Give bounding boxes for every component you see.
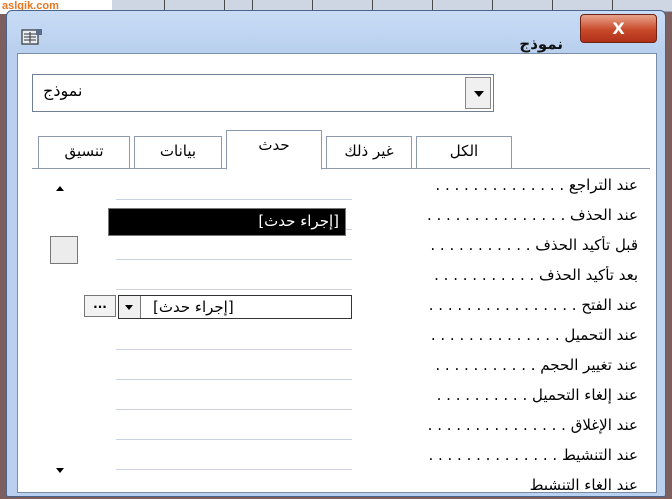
object-selector-value: نموذج	[43, 81, 83, 100]
property-row: قبل تأكيد الحذف . . . . . . . . . . .	[32, 232, 652, 262]
property-sheet-body: نموذج تنسيق بيانات حدث غير ذلك الكل عند …	[17, 53, 657, 493]
event-field-value: [إجراء حدث]	[153, 298, 234, 316]
chevron-down-icon[interactable]	[119, 296, 141, 318]
property-value[interactable]	[116, 474, 352, 490]
property-label: عند التحميل . . . . . . . . . . . . . .	[430, 326, 638, 344]
property-row: عند إلغاء التحميل . . . . . . . . . .	[32, 382, 652, 412]
window-title: نموذج	[519, 35, 563, 53]
tabs-divider	[32, 168, 650, 169]
tab-other[interactable]: غير ذلك	[326, 136, 412, 168]
property-row: عند التحميل . . . . . . . . . . . . . .	[32, 322, 652, 352]
property-label: عند تغيير الحجم . . . . . . . . . . .	[435, 356, 638, 374]
property-row-on-open: ... [إجراء حدث] عند الفتح . . . . . . . …	[32, 292, 652, 322]
property-sheet-window: نموذج X نموذج تنسيق بيانات حدث غير ذلك ا…	[6, 10, 666, 497]
property-row: عند التراجع . . . . . . . . . . . . . .	[32, 172, 652, 202]
tab-data[interactable]: بيانات	[134, 136, 222, 168]
tab-event[interactable]: حدث	[226, 130, 322, 170]
tab-all[interactable]: الكل	[416, 136, 512, 168]
property-value[interactable]	[116, 234, 352, 260]
property-value[interactable]	[116, 354, 352, 380]
tab-format[interactable]: تنسيق	[38, 136, 130, 168]
property-label: عند التنشيط . . . . . . . . . . . . . .	[428, 446, 638, 464]
property-value[interactable]	[116, 384, 352, 410]
chevron-down-icon[interactable]	[465, 77, 491, 109]
property-value[interactable]	[116, 174, 352, 200]
property-row: بعد تأكيد الحذف . . . . . . . . . . .	[32, 262, 652, 292]
object-selector-dropdown[interactable]: نموذج	[32, 74, 494, 112]
property-label: قبل تأكيد الحذف . . . . . . . . . . .	[430, 236, 638, 254]
property-label: عند الإغلاق . . . . . . . . . . . . . . …	[427, 416, 638, 434]
property-value[interactable]	[116, 324, 352, 350]
title-bar: نموذج X	[7, 11, 665, 53]
build-event-button[interactable]: ...	[84, 295, 116, 317]
event-field-combo[interactable]: [إجراء حدث]	[118, 295, 352, 319]
property-label: بعد تأكيد الحذف . . . . . . . . . . .	[434, 266, 638, 284]
property-row: عند الإغلاق . . . . . . . . . . . . . . …	[32, 412, 652, 442]
property-row: عند إلغاء التنشيط	[32, 472, 652, 490]
property-label: عند إلغاء التحميل . . . . . . . . . .	[436, 386, 638, 404]
property-label: عند الفتح . . . . . . . . . . . . . . . …	[428, 296, 638, 314]
property-label: عند الحذف . . . . . . . . . . . . . . .	[426, 206, 638, 224]
property-row: عند تغيير الحجم . . . . . . . . . . .	[32, 352, 652, 382]
property-row: عند التنشيط . . . . . . . . . . . . . .	[32, 442, 652, 472]
event-dropdown-list[interactable]: [إجراء حدث]	[108, 208, 346, 236]
property-value[interactable]	[116, 414, 352, 440]
property-tabs: تنسيق بيانات حدث غير ذلك الكل	[38, 130, 658, 170]
property-sheet-icon	[21, 29, 42, 45]
property-value[interactable]	[116, 444, 352, 470]
dropdown-option[interactable]: [إجراء حدث]	[258, 212, 339, 230]
close-button[interactable]: X	[580, 14, 657, 43]
property-label: عند التراجع . . . . . . . . . . . . . .	[435, 176, 638, 194]
property-value[interactable]	[116, 264, 352, 290]
property-label: عند إلغاء التنشيط	[529, 476, 638, 490]
